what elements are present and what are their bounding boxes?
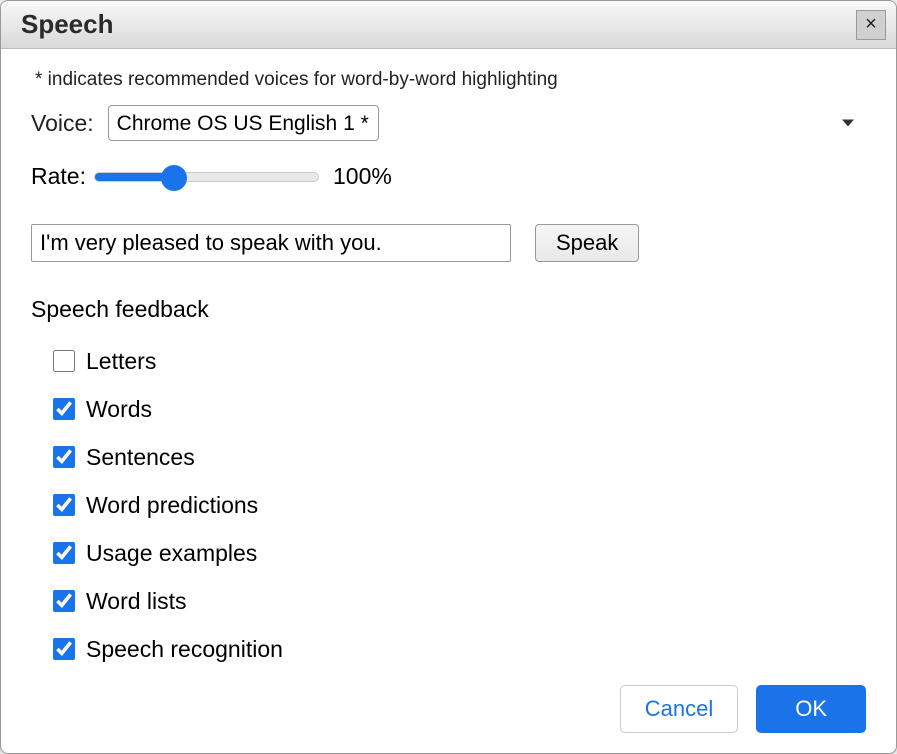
checkbox-word-predictions[interactable] (53, 494, 75, 516)
voice-label: Voice: (31, 110, 94, 137)
rate-label: Rate: (31, 163, 86, 190)
close-button[interactable]: × (856, 10, 886, 40)
voice-row: Voice: Chrome OS US English 1 * (31, 105, 866, 141)
dialog-button-row: Cancel OK (31, 685, 866, 733)
checkbox-label: Sentences (86, 444, 195, 471)
checkbox-label: Word predictions (86, 492, 258, 519)
checkbox-sentences[interactable] (53, 446, 75, 468)
close-icon: × (865, 13, 877, 36)
feedback-item-speech-recognition: Speech recognition (49, 635, 866, 663)
checkbox-label: Words (86, 396, 152, 423)
rate-value: 100% (333, 163, 392, 190)
feedback-item-letters: Letters (49, 347, 866, 375)
checkbox-label: Letters (86, 348, 156, 375)
test-text-input[interactable] (31, 224, 511, 262)
checkbox-speech-recognition[interactable] (53, 638, 75, 660)
checkbox-label: Word lists (86, 588, 187, 615)
dialog-body: * indicates recommended voices for word-… (1, 49, 896, 753)
test-row: Speak (31, 224, 866, 262)
feedback-heading: Speech feedback (31, 296, 866, 323)
checkbox-label: Speech recognition (86, 636, 283, 663)
checkbox-word-lists[interactable] (53, 590, 75, 612)
voice-select-wrap: Chrome OS US English 1 * (108, 105, 866, 141)
feedback-item-usage-examples: Usage examples (49, 539, 866, 567)
checkbox-words[interactable] (53, 398, 75, 420)
feedback-item-words: Words (49, 395, 866, 423)
ok-button[interactable]: OK (756, 685, 866, 733)
checkbox-letters[interactable] (53, 350, 75, 372)
checkbox-label: Usage examples (86, 540, 257, 567)
feedback-item-word-predictions: Word predictions (49, 491, 866, 519)
voice-select[interactable]: Chrome OS US English 1 * (108, 105, 379, 141)
feedback-list: Letters Words Sentences Word predictions… (31, 347, 866, 683)
dialog-title: Speech (21, 9, 114, 40)
speech-dialog: Speech × * indicates recommended voices … (0, 0, 897, 754)
rate-slider[interactable] (94, 172, 319, 182)
feedback-item-sentences: Sentences (49, 443, 866, 471)
feedback-item-word-lists: Word lists (49, 587, 866, 615)
hint-text: * indicates recommended voices for word-… (35, 69, 866, 91)
dialog-titlebar: Speech × (1, 1, 896, 49)
speak-button[interactable]: Speak (535, 224, 639, 262)
checkbox-usage-examples[interactable] (53, 542, 75, 564)
rate-row: Rate: 100% (31, 163, 866, 190)
cancel-button[interactable]: Cancel (620, 685, 738, 733)
